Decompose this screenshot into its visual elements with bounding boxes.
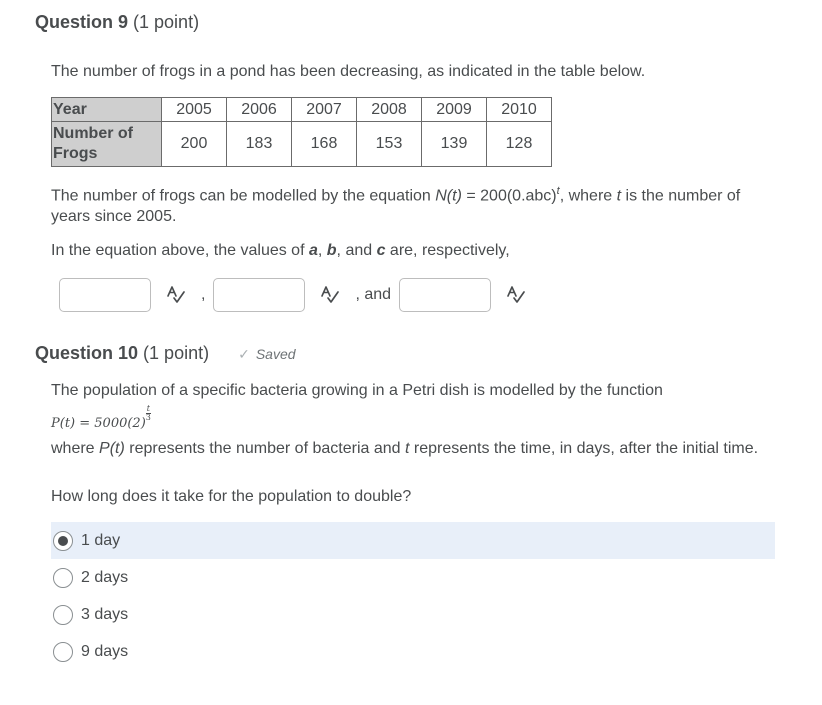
- model-equation: = 200(0.abc): [461, 187, 557, 205]
- exponent-denominator: 3: [145, 413, 151, 422]
- question-10-title: Question 10: [35, 343, 139, 363]
- frogs-cell: 168: [291, 121, 357, 167]
- radio-button[interactable]: [53, 567, 73, 588]
- option-3-days[interactable]: 3 days: [51, 596, 775, 633]
- answer-a-input[interactable]: [59, 278, 151, 312]
- table-row-year: Year 2005 2006 2007 2008 2009 2010: [51, 97, 552, 122]
- question-9-header: Question 9 (1 point): [35, 12, 199, 33]
- radio-dot: [58, 535, 68, 546]
- option-9-days[interactable]: 9 days: [51, 633, 775, 670]
- frogs-cell: 183: [226, 121, 292, 167]
- answer-row: , , and: [59, 277, 541, 313]
- var-b: b: [326, 242, 337, 259]
- answer-b-input[interactable]: [213, 278, 306, 312]
- separator-comma: ,: [201, 286, 206, 303]
- var-a: a: [308, 242, 318, 259]
- model-description: The number of frogs can be modelled by t…: [51, 181, 751, 227]
- option-2-days[interactable]: 2 days: [51, 559, 775, 596]
- spellcheck-icon[interactable]: [165, 284, 187, 306]
- frogs-cell: 128: [486, 121, 552, 167]
- model-text: The number of frogs can be modelled by t…: [51, 187, 436, 205]
- question-9-prompt: In the equation above, the values of a , …: [51, 240, 510, 261]
- table-row-frogs: Number of Frogs 200 183 168 153 139 128: [51, 121, 552, 167]
- option-label: 9 days: [81, 642, 129, 660]
- spellcheck-icon[interactable]: [319, 284, 341, 306]
- row-header-frogs: Number of Frogs: [51, 121, 162, 167]
- prompt-text: are, respectively,: [385, 242, 510, 259]
- year-cell: 2010: [486, 97, 552, 122]
- desc-text: where: [51, 440, 100, 457]
- question-9-points: (1 point): [133, 12, 200, 32]
- radio-button[interactable]: [53, 604, 73, 625]
- radio-button[interactable]: [53, 641, 73, 662]
- option-1-day[interactable]: 1 day: [51, 522, 775, 559]
- saved-label: Saved: [255, 346, 296, 362]
- question-10-points: (1 point): [143, 343, 210, 363]
- model-text: , where: [559, 187, 617, 205]
- option-label: 1 day: [81, 531, 121, 549]
- model-function: N(t): [435, 187, 462, 205]
- formula-exponent: t3: [145, 405, 151, 422]
- desc-function: P(t): [99, 440, 125, 457]
- prompt-text: , and: [336, 242, 377, 259]
- year-cell: 2007: [291, 97, 357, 122]
- year-cell: 2008: [356, 97, 422, 122]
- frogs-cell: 200: [161, 121, 227, 167]
- separator-and: , and: [355, 286, 392, 303]
- question-10-description: where P(t) represents the number of bact…: [51, 436, 781, 461]
- year-cell: 2009: [421, 97, 487, 122]
- bacteria-formula: P(t) = 5000(2) t 3: [51, 405, 151, 431]
- answer-options: 1 day 2 days 3 days 9 days: [51, 522, 775, 670]
- radio-button-selected[interactable]: [53, 530, 73, 551]
- prompt-text: ,: [317, 242, 327, 259]
- checkmark-icon: ✓: [238, 346, 250, 362]
- desc-text: represents the number of bacteria and: [124, 440, 405, 457]
- desc-text: represents the time, in days, after the …: [409, 440, 759, 457]
- question-9-intro: The number of frogs in a pond has been d…: [51, 63, 646, 80]
- year-cell: 2006: [226, 97, 292, 122]
- answer-c-input[interactable]: [399, 278, 492, 312]
- frogs-cell: 139: [421, 121, 487, 167]
- question-10-intro: The population of a specific bacteria gr…: [51, 382, 663, 399]
- question-10-header: Question 10 (1 point) ✓ Saved: [35, 343, 296, 364]
- frogs-cell: 153: [356, 121, 422, 167]
- spellcheck-icon[interactable]: [505, 284, 527, 306]
- question-10-question: How long does it take for the population…: [51, 488, 412, 505]
- question-9-title: Question 9: [35, 12, 129, 32]
- year-cell: 2005: [161, 97, 227, 122]
- prompt-text: In the equation above, the values of: [51, 242, 309, 259]
- saved-status: ✓ Saved: [238, 346, 295, 362]
- formula-base: P(t) = 5000(2): [51, 416, 146, 431]
- option-label: 2 days: [81, 568, 129, 586]
- row-header-year: Year: [51, 97, 162, 122]
- option-label: 3 days: [81, 605, 129, 623]
- frogs-table: Year 2005 2006 2007 2008 2009 2010 Numbe…: [51, 97, 552, 167]
